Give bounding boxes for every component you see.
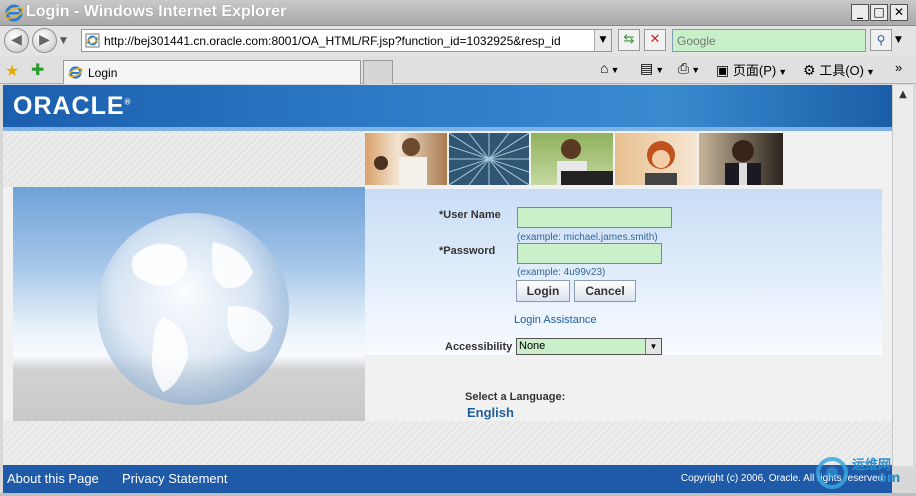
- background-stripes: [3, 131, 365, 187]
- tab-toolbar: ★ ✚ Login ⌂ ▼ ▤ ▼ ⎙ ▼ ▣ 页面(P) ▼ ⚙ 工具(O) ▼ »: [0, 56, 916, 84]
- back-arrow-icon: ◀: [11, 32, 22, 48]
- photo-businessman: [699, 133, 783, 185]
- refresh-icon: ⇆: [623, 32, 635, 47]
- password-input[interactable]: [518, 244, 661, 263]
- chevron-down-icon: ▼: [778, 67, 788, 77]
- photo-computer-user: [531, 133, 613, 185]
- refresh-button[interactable]: ⇆: [618, 29, 640, 51]
- add-favorites-icon[interactable]: ✚: [31, 60, 44, 79]
- window-title: Login - Windows Internet Explorer: [26, 3, 287, 20]
- photo-tower: [449, 133, 529, 185]
- gear-icon: ⚙: [803, 62, 816, 78]
- password-field[interactable]: [517, 243, 662, 264]
- globe-image: [97, 213, 289, 405]
- page-content: ORACLE® *User Name (example: michael.jam…: [3, 85, 892, 493]
- oracle-logo: ORACLE®: [13, 92, 132, 120]
- accessibility-value: None: [519, 340, 546, 352]
- address-dropdown-icon[interactable]: ▼: [594, 30, 611, 51]
- chevron-down-icon: ▼: [610, 65, 620, 75]
- username-label: *User Name: [439, 209, 501, 221]
- feeds-button[interactable]: ▤ ▼: [640, 60, 664, 77]
- username-hint: (example: michael.james.smith): [517, 232, 658, 243]
- ie-logo-icon: [4, 4, 24, 22]
- page-menu[interactable]: ▣ 页面(P) ▼: [716, 60, 787, 79]
- minimize-button[interactable]: _: [851, 4, 869, 21]
- page-icon: ▣: [716, 62, 730, 78]
- back-button[interactable]: ◀: [4, 28, 29, 53]
- tab-login[interactable]: Login: [63, 60, 361, 84]
- password-hint: (example: 4u99v23): [517, 267, 606, 278]
- search-button[interactable]: ⚲: [870, 29, 892, 51]
- select-language-label: Select a Language:: [465, 391, 566, 403]
- vertical-scrollbar[interactable]: ▲: [892, 85, 913, 466]
- about-page-link[interactable]: About this Page: [7, 471, 99, 486]
- username-input[interactable]: [518, 208, 671, 227]
- printer-icon: ⎙: [678, 60, 690, 76]
- ie-page-icon: [85, 33, 100, 48]
- search-dropdown-icon[interactable]: ▼: [895, 35, 902, 45]
- tools-menu[interactable]: ⚙ 工具(O) ▼: [803, 60, 875, 79]
- photo-team-meeting: [365, 133, 447, 185]
- tab-label: Login: [88, 66, 118, 80]
- close-button[interactable]: ✕: [890, 4, 908, 21]
- search-input[interactable]: [673, 30, 865, 51]
- site-watermark: 运维网 om: [812, 451, 912, 491]
- login-button[interactable]: Login: [516, 280, 570, 302]
- accessibility-select[interactable]: None ▼: [516, 338, 662, 355]
- rss-icon: ▤: [640, 60, 654, 76]
- privacy-statement-link[interactable]: Privacy Statement: [122, 471, 228, 486]
- stop-button[interactable]: ✕: [644, 29, 666, 51]
- print-button[interactable]: ⎙ ▼: [678, 60, 700, 77]
- history-dropdown-icon[interactable]: ▼: [60, 36, 67, 46]
- chevron-down-icon: ▼: [691, 65, 701, 75]
- background-stripes: [3, 421, 892, 465]
- forward-button[interactable]: ▶: [32, 28, 57, 53]
- page-menu-label: 页面(P): [732, 63, 777, 78]
- maximize-button[interactable]: □: [870, 4, 888, 21]
- favorites-star-icon[interactable]: ★: [5, 61, 19, 80]
- cancel-button[interactable]: Cancel: [574, 280, 636, 302]
- scroll-up-arrow-icon[interactable]: ▲: [893, 85, 913, 105]
- title-bar: Login - Windows Internet Explorer _ □ ✕: [0, 0, 916, 26]
- login-panel: *User Name (example: michael.james.smith…: [365, 189, 882, 355]
- forward-arrow-icon: ▶: [39, 32, 50, 48]
- accessibility-label: Accessibility: [445, 341, 513, 353]
- home-icon: ⌂: [600, 60, 609, 76]
- chevron-down-icon: ▼: [655, 65, 665, 75]
- address-toolbar: ◀ ▶ ▼ http://bej301441.cn.oracle.com:800…: [0, 26, 916, 56]
- url-text[interactable]: http://bej301441.cn.oracle.com:8001/OA_H…: [104, 34, 594, 48]
- more-chevron-icon[interactable]: »: [895, 60, 902, 75]
- search-field[interactable]: [672, 29, 866, 52]
- oracle-header: ORACLE®: [3, 85, 892, 131]
- login-assistance-link[interactable]: Login Assistance: [514, 314, 597, 326]
- chevron-down-icon[interactable]: ▼: [645, 339, 661, 354]
- new-tab-button[interactable]: [363, 60, 393, 84]
- password-label: *Password: [439, 245, 496, 257]
- home-button[interactable]: ⌂ ▼: [600, 60, 619, 76]
- ie-page-icon: [68, 66, 83, 79]
- footer-bar: About this Page Privacy Statement Copyri…: [3, 465, 892, 493]
- stop-icon: ✕: [649, 32, 661, 47]
- tools-menu-label: 工具(O): [819, 63, 864, 78]
- username-field[interactable]: [517, 207, 672, 228]
- chevron-down-icon: ▼: [865, 67, 875, 77]
- photo-call-center: [615, 133, 697, 185]
- globe-banner: [13, 187, 365, 421]
- address-field[interactable]: http://bej301441.cn.oracle.com:8001/OA_H…: [81, 29, 612, 52]
- language-english-link[interactable]: English: [467, 405, 514, 420]
- search-icon: ⚲: [876, 33, 886, 47]
- watermark-text-en: om: [878, 471, 901, 486]
